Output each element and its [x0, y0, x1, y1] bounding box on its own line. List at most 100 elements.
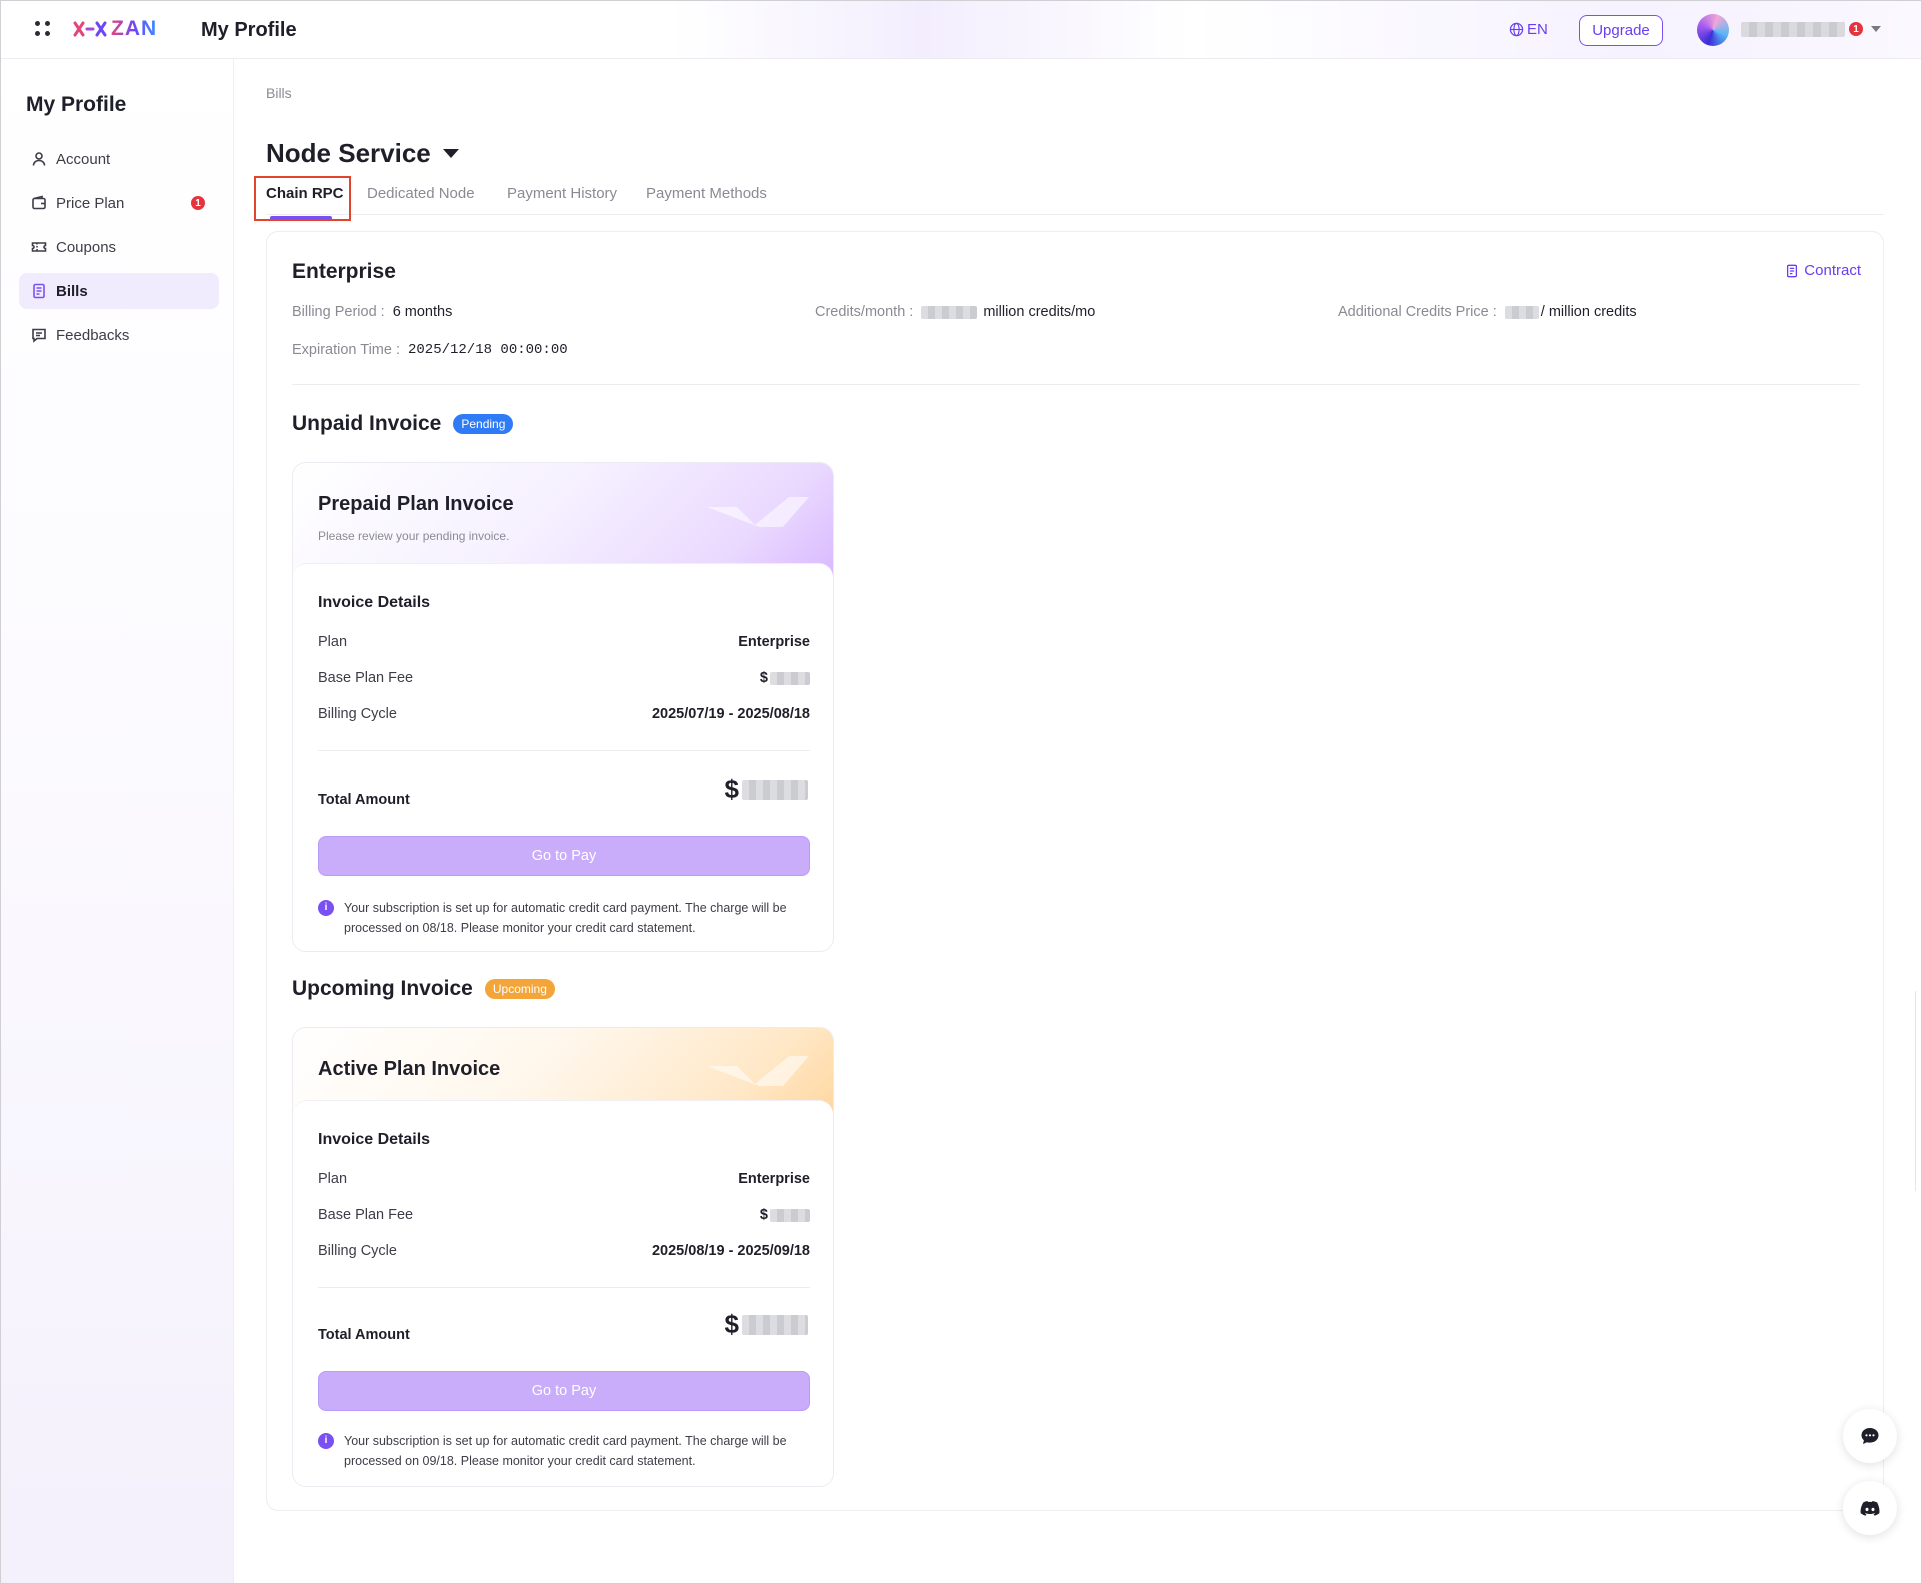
- document-icon: [33, 283, 45, 299]
- chevron-down-icon[interactable]: [1871, 26, 1881, 32]
- currency-symbol: $: [724, 774, 739, 804]
- redacted-value: [1504, 305, 1539, 319]
- additional-credits-price: Additional Credits Price : / million cre…: [1338, 304, 1637, 320]
- sidebar-item-label: Price Plan: [56, 194, 125, 212]
- sidebar-item-label: Feedbacks: [56, 326, 130, 344]
- autopay-note: i Your subscription is set up for automa…: [318, 1431, 810, 1471]
- ticket-icon: [31, 242, 47, 252]
- row-value: 2025/07/19 - 2025/08/18: [651, 706, 810, 722]
- sidebar-item-price-plan[interactable]: Price Plan 1: [19, 185, 219, 221]
- notification-badge: 1: [1849, 22, 1863, 36]
- invoice-body: Invoice Details Plan Enterprise Base Pla…: [293, 1100, 833, 1486]
- globe-icon: [1509, 22, 1524, 37]
- tab-bar: Chain RPC Dedicated Node Payment History…: [266, 179, 1884, 220]
- contract-link[interactable]: Contract: [1785, 262, 1861, 279]
- currency-symbol: $: [759, 1207, 768, 1223]
- sidebar-item-label: Bills: [56, 282, 88, 300]
- info-icon: i: [318, 1433, 334, 1449]
- message-icon: [32, 328, 46, 343]
- row-value: $: [760, 670, 810, 686]
- page-title: My Profile: [201, 19, 297, 41]
- invoice-row-plan: Plan Enterprise: [318, 1171, 810, 1187]
- tab-payment-methods[interactable]: Payment Methods: [646, 185, 767, 202]
- redacted-value: [742, 779, 808, 800]
- invoice-subtitle: Please review your pending invoice.: [318, 529, 510, 543]
- tab-payment-history[interactable]: Payment History: [507, 185, 617, 202]
- sidebar-item-bills[interactable]: Bills: [19, 273, 219, 309]
- go-to-pay-button[interactable]: Go to Pay: [318, 1371, 810, 1411]
- billing-period-label: Billing Period :: [292, 304, 385, 320]
- row-label: Base Plan Fee: [318, 670, 414, 686]
- expiration-value: 2025/12/18 00:00:00: [408, 342, 568, 358]
- invoice-row-billing-cycle: Billing Cycle 2025/07/19 - 2025/08/18: [318, 706, 810, 722]
- invoice-details-title: Invoice Details: [318, 1131, 431, 1148]
- divider: [292, 384, 1860, 385]
- caret-down-icon: [442, 149, 459, 158]
- logo-text: ZAN: [111, 17, 158, 40]
- sidebar-item-coupons[interactable]: Coupons: [19, 229, 219, 265]
- breadcrumb[interactable]: Bills: [266, 85, 292, 101]
- go-to-pay-button[interactable]: Go to Pay: [318, 836, 810, 876]
- sidebar-item-label: Account: [56, 150, 111, 168]
- invoice-details-title: Invoice Details: [318, 594, 431, 611]
- upgrade-button[interactable]: Upgrade: [1579, 15, 1663, 46]
- active-plan-invoice-card: Active Plan Invoice Invoice Details Plan…: [292, 1027, 834, 1487]
- row-label: Plan: [318, 634, 348, 650]
- note-text: Your subscription is set up for automati…: [344, 1434, 787, 1468]
- status-badge-upcoming: Upcoming: [484, 979, 555, 999]
- zan-logo[interactable]: ZAN: [73, 17, 157, 41]
- redacted-value: [921, 305, 978, 319]
- language-label: EN: [1527, 21, 1548, 38]
- total-amount-label: Total Amount: [318, 1327, 410, 1343]
- highlight-annotation: [254, 176, 351, 221]
- row-value: 2025/08/19 - 2025/09/18: [651, 1243, 810, 1259]
- invoice-row-base-fee: Base Plan Fee $: [318, 1207, 810, 1223]
- invoice-row-base-fee: Base Plan Fee $: [318, 670, 810, 686]
- service-selector[interactable]: Node Service: [266, 138, 459, 169]
- apps-grid-icon[interactable]: [35, 21, 51, 37]
- price-plan-badge: 1: [191, 196, 205, 210]
- user-name-redacted[interactable]: [1741, 22, 1845, 37]
- sidebar-item-feedbacks[interactable]: Feedbacks: [19, 317, 219, 353]
- row-value: Enterprise: [738, 1171, 810, 1187]
- status-badge-pending: Pending: [453, 414, 514, 434]
- section-title: Unpaid Invoice: [292, 412, 442, 435]
- prepaid-plan-invoice-card: Prepaid Plan Invoice Please review your …: [292, 462, 834, 952]
- document-icon: [1787, 264, 1798, 277]
- total-amount-label: Total Amount: [318, 792, 410, 808]
- decorative-wave-icon: [707, 497, 809, 527]
- info-icon: i: [318, 900, 334, 916]
- sidebar-title: My Profile: [26, 93, 127, 116]
- note-text: Your subscription is set up for automati…: [344, 901, 787, 935]
- discord-button[interactable]: [1843, 1481, 1897, 1535]
- redacted-value: [742, 1314, 808, 1335]
- top-bar: ZAN My Profile EN Upgrade 1: [1, 1, 1921, 59]
- billing-period: Billing Period : 6 months: [292, 304, 452, 320]
- invoice-title: Active Plan Invoice: [318, 1058, 501, 1080]
- avatar[interactable]: [1697, 14, 1729, 46]
- row-label: Base Plan Fee: [318, 1207, 414, 1223]
- plan-name: Enterprise: [292, 260, 396, 283]
- tab-dedicated-node[interactable]: Dedicated Node: [367, 185, 475, 202]
- credits-label: Credits/month :: [815, 304, 914, 320]
- unpaid-invoice-heading: Unpaid Invoice Pending: [292, 412, 514, 436]
- language-switcher[interactable]: EN: [1509, 21, 1548, 38]
- credits-per-month: Credits/month : million credits/mo: [815, 304, 1095, 320]
- contract-label: Contract: [1804, 262, 1861, 279]
- sidebar-item-account[interactable]: Account: [19, 141, 219, 177]
- zan-logo-mark-icon: [73, 21, 107, 37]
- service-title: Node Service: [266, 138, 431, 168]
- upcoming-invoice-heading: Upcoming Invoice Upcoming: [292, 977, 555, 1001]
- row-value: $: [760, 1207, 810, 1223]
- user-icon: [32, 152, 46, 166]
- row-label: Plan: [318, 1171, 348, 1187]
- currency-symbol: $: [759, 670, 768, 686]
- total-amount-value: $: [725, 774, 808, 805]
- invoice-row-plan: Plan Enterprise: [318, 634, 810, 650]
- autopay-note: i Your subscription is set up for automa…: [318, 898, 810, 938]
- section-title: Upcoming Invoice: [292, 977, 473, 1000]
- chat-support-button[interactable]: [1843, 1409, 1897, 1463]
- scrollbar-track[interactable]: [1915, 991, 1921, 1191]
- row-label: Billing Cycle: [318, 706, 397, 722]
- expiration-time: Expiration Time : 2025/12/18 00:00:00: [292, 342, 568, 358]
